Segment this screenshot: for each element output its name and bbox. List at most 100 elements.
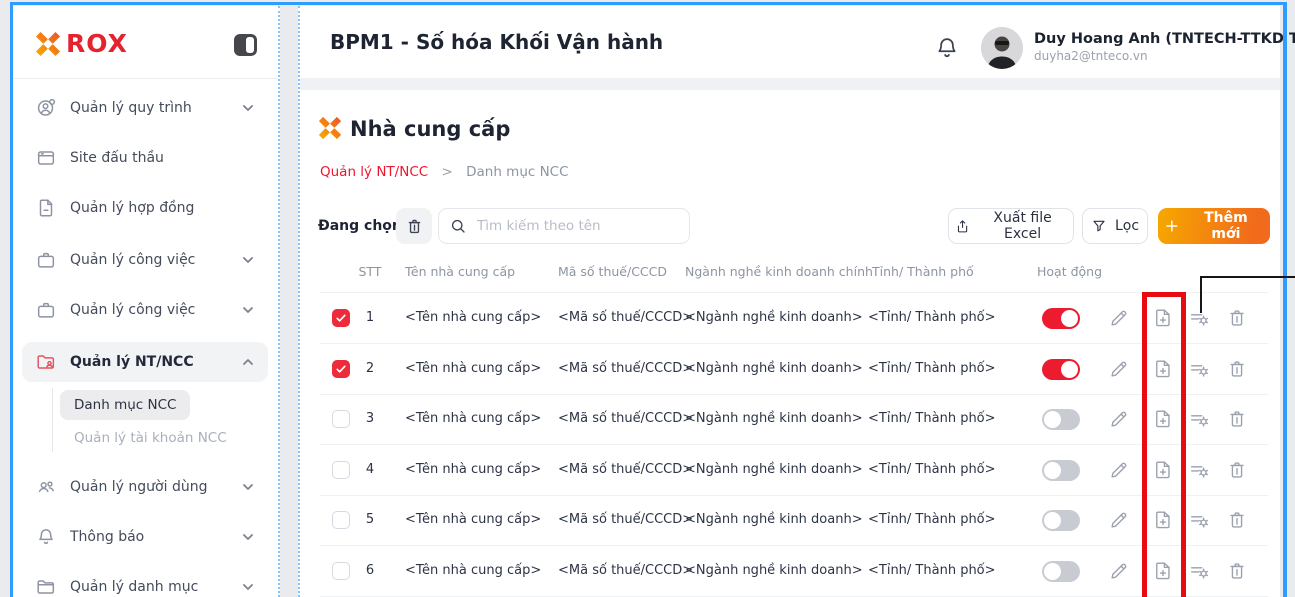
user-menu[interactable]: Duy Hoang Anh (TNTECH-TTKD TKT... duyha2… (1034, 30, 1295, 64)
sidebar-item-quan-ly-quy-trinh[interactable]: Quản lý quy trình (22, 96, 268, 120)
row-checkbox[interactable] (332, 461, 350, 479)
active-toggle[interactable] (1042, 359, 1080, 380)
search-input[interactable] (475, 217, 679, 235)
sidebar-item-label: Quản lý công việc (70, 302, 195, 318)
cell-province: <Tỉnh/ Thành phố> (868, 344, 996, 394)
add-file-button[interactable] (1152, 358, 1174, 380)
cell-supplier-name: <Tên nhà cung cấp> (405, 445, 541, 495)
app-title: BPM1 - Số hóa Khối Vận hành (330, 6, 663, 78)
delete-button[interactable] (1226, 408, 1248, 430)
breadcrumb-separator: > (441, 164, 452, 180)
filter-button[interactable]: Lọc (1082, 208, 1148, 244)
delete-button[interactable] (1226, 307, 1248, 329)
rox-x-icon (35, 31, 61, 57)
search-icon (449, 217, 467, 235)
folder-icon (35, 576, 57, 597)
export-excel-button[interactable]: Xuất file Excel (948, 208, 1074, 244)
active-toggle[interactable] (1042, 460, 1080, 481)
sidebar-item-quan-ly-hop-dong[interactable]: Quản lý hợp đồng (22, 196, 268, 220)
sidebar-item-quan-ly-cong-viec-1[interactable]: Quản lý công việc (22, 248, 268, 272)
search-box (438, 208, 690, 244)
table-body: 1 <Tên nhà cung cấp> <Mã số thuế/CCCD> <… (320, 292, 1268, 597)
config-list-button[interactable] (1188, 408, 1210, 430)
sidebar-subitem-danh-muc-ncc[interactable]: Danh mục NCC (60, 390, 190, 420)
delete-button[interactable] (1226, 509, 1248, 531)
notifications-button[interactable] (934, 35, 960, 61)
chevron-down-icon (240, 529, 256, 545)
screenshot-root: ROX Quản lý quy trình Site đấu thầu (0, 0, 1295, 597)
list-gear-icon (1188, 408, 1210, 430)
sidebar-subitem-quan-ly-tai-khoan-ncc[interactable]: Quản lý tài khoản NCC (74, 426, 227, 450)
cell-supplier-name: <Tên nhà cung cấp> (405, 394, 541, 444)
file-plus-icon (1152, 408, 1174, 430)
cell-industry: <Ngành nghề kinh doanh> (685, 495, 863, 545)
delete-button[interactable] (1226, 459, 1248, 481)
file-plus-icon (1152, 459, 1174, 481)
edit-button[interactable] (1108, 408, 1130, 430)
add-new-button[interactable]: Thêm mới (1158, 208, 1270, 244)
cell-tax-code: <Mã số thuế/CCCD> (558, 546, 693, 596)
sidebar-item-quan-ly-nt-ncc[interactable]: Quản lý NT/NCC (22, 342, 268, 382)
toggle-knob (1044, 462, 1061, 479)
table-row: 5 <Tên nhà cung cấp> <Mã số thuế/CCCD> <… (320, 495, 1268, 546)
trash-icon (1226, 358, 1248, 380)
active-toggle[interactable] (1042, 308, 1080, 329)
edit-button[interactable] (1108, 358, 1130, 380)
active-toggle[interactable] (1042, 409, 1080, 430)
add-file-button[interactable] (1152, 560, 1174, 582)
folder-user-icon (35, 351, 57, 373)
trash-icon (1226, 560, 1248, 582)
sidebar-item-quan-ly-nguoi-dung[interactable]: Quản lý người dùng (22, 475, 268, 499)
row-checkbox[interactable] (332, 511, 350, 529)
sidebar-item-site-dau-thau[interactable]: Site đấu thầu (22, 146, 268, 170)
active-toggle[interactable] (1042, 561, 1080, 582)
breadcrumb-link-quan-ly-nt-ncc[interactable]: Quản lý NT/NCC (320, 164, 428, 180)
briefcase-icon (35, 299, 57, 321)
add-file-button[interactable] (1152, 408, 1174, 430)
bulk-delete-button[interactable] (396, 208, 432, 244)
add-file-button[interactable] (1152, 509, 1174, 531)
edit-button[interactable] (1108, 509, 1130, 531)
check-icon (335, 312, 347, 324)
cell-supplier-name: <Tên nhà cung cấp> (405, 293, 541, 343)
sidebar-item-quan-ly-cong-viec-2[interactable]: Quản lý công việc (22, 298, 268, 322)
edit-button[interactable] (1108, 459, 1130, 481)
toggle-knob (1044, 563, 1061, 580)
row-checkbox[interactable] (332, 309, 350, 327)
table-row: 1 <Tên nhà cung cấp> <Mã số thuế/CCCD> <… (320, 293, 1268, 344)
cell-province: <Tỉnh/ Thành phố> (868, 546, 996, 596)
pencil-icon (1108, 408, 1130, 430)
cell-province: <Tỉnh/ Thành phố> (868, 394, 996, 444)
row-checkbox[interactable] (332, 410, 350, 428)
cell-stt: 4 (358, 445, 382, 495)
delete-button[interactable] (1226, 560, 1248, 582)
cell-industry: <Ngành nghề kinh doanh> (685, 293, 863, 343)
toggle-knob (1061, 361, 1078, 378)
config-list-button[interactable] (1188, 459, 1210, 481)
config-list-button[interactable] (1188, 560, 1210, 582)
row-checkbox[interactable] (332, 562, 350, 580)
sidebar-logo-row: ROX (12, 6, 278, 78)
edit-button[interactable] (1108, 307, 1130, 329)
sidebar-item-quan-ly-danh-muc[interactable]: Quản lý danh mục (22, 575, 268, 597)
bell-icon (35, 526, 57, 548)
delete-button[interactable] (1226, 358, 1248, 380)
config-list-button[interactable] (1188, 509, 1210, 531)
trash-icon (405, 217, 424, 236)
config-list-button[interactable] (1188, 358, 1210, 380)
cell-tax-code: <Mã số thuế/CCCD> (558, 344, 693, 394)
sidebar-item-label: Quản lý công việc (70, 252, 195, 268)
avatar[interactable] (981, 27, 1023, 69)
config-list-button[interactable] (1188, 307, 1210, 329)
file-plus-icon (1152, 509, 1174, 531)
avatar-photo (981, 27, 1023, 69)
rox-logo: ROX (35, 31, 128, 57)
breadcrumb-current: Danh mục NCC (466, 164, 568, 180)
sidebar-item-thong-bao[interactable]: Thông báo (22, 525, 268, 549)
add-file-button[interactable] (1152, 307, 1174, 329)
add-file-button[interactable] (1152, 459, 1174, 481)
row-checkbox[interactable] (332, 360, 350, 378)
sidebar-collapse-button[interactable] (234, 34, 257, 56)
edit-button[interactable] (1108, 560, 1130, 582)
active-toggle[interactable] (1042, 510, 1080, 531)
